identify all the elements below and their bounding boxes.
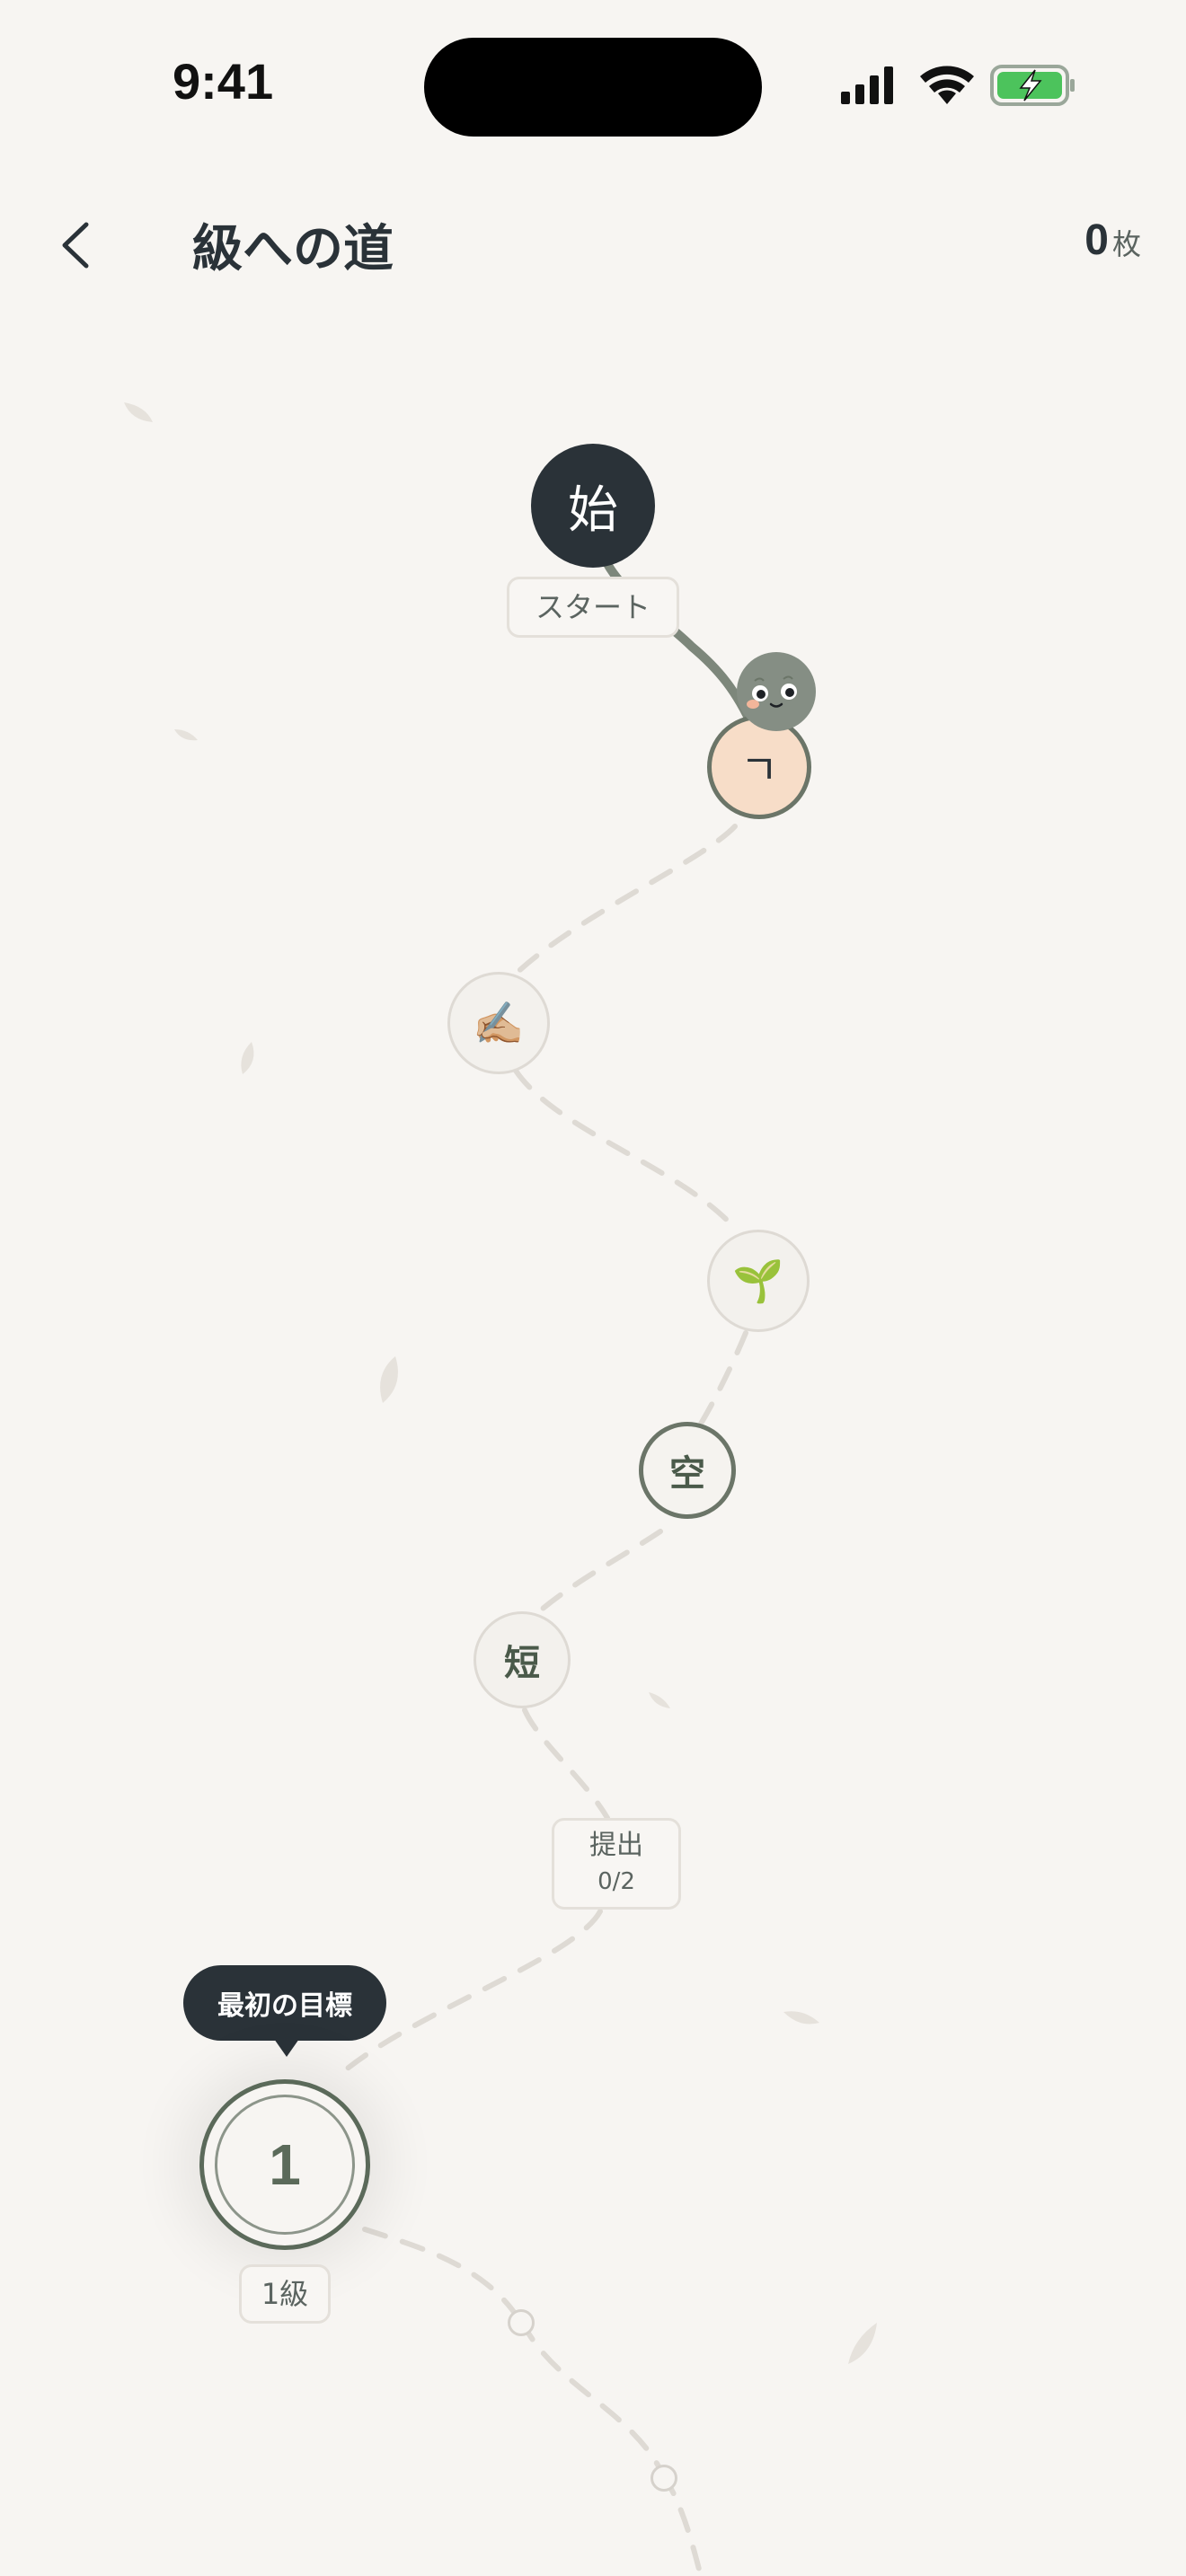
goal-tooltip: 最初の目標 xyxy=(183,1965,386,2057)
start-label: スタート xyxy=(507,577,679,638)
future-node-dot[interactable] xyxy=(508,2309,535,2336)
goal-level-node[interactable]: 1 xyxy=(199,2079,370,2250)
future-node-dot[interactable] xyxy=(651,2465,677,2492)
mascot-avatar xyxy=(737,652,816,731)
start-node[interactable]: 始 xyxy=(531,444,655,568)
road-map[interactable]: 始 スタート ㄱ ✍🏼 🌱 空 短 提出 0/2 最初の目標 1 1級 xyxy=(0,0,1186,2576)
sprout-lesson-node[interactable]: 🌱 xyxy=(707,1230,810,1332)
goal-level-number: 1 xyxy=(215,2095,355,2235)
leaf-icon xyxy=(783,2011,819,2025)
leaf-icon xyxy=(380,1356,398,1403)
leaf-icon xyxy=(241,1042,254,1074)
goal-level-label: 1級 xyxy=(239,2264,331,2324)
submit-progress: 0/2 xyxy=(597,1868,635,1895)
submit-checkpoint[interactable]: 提出 0/2 xyxy=(552,1818,681,1910)
leaf-icon xyxy=(848,2323,877,2364)
leaf-icon xyxy=(174,729,198,741)
writing-lesson-node[interactable]: ✍🏼 xyxy=(447,972,550,1074)
leaf-icon xyxy=(649,1692,670,1708)
kanji-lesson-node-tan[interactable]: 短 xyxy=(474,1611,571,1708)
leaf-icon xyxy=(124,402,153,422)
kanji-lesson-node-sora[interactable]: 空 xyxy=(639,1422,736,1519)
path-layer xyxy=(124,402,877,2576)
submit-label: 提出 xyxy=(589,1830,643,1861)
